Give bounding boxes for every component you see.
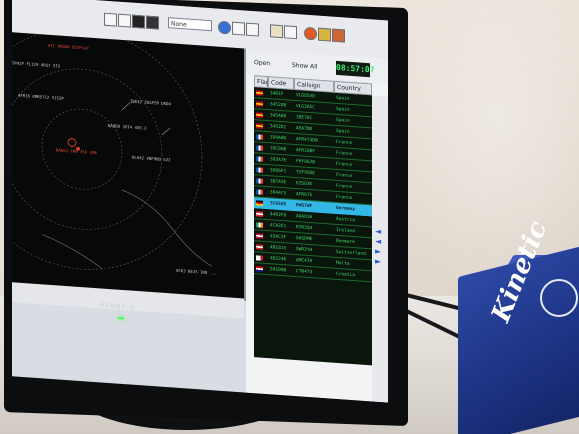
receiver-logo <box>540 279 578 317</box>
country-flag-icon <box>256 156 263 162</box>
arrow-right-icon[interactable]: ► <box>375 257 385 267</box>
country-flag-icon <box>256 90 263 96</box>
country-flag-icon <box>256 211 263 217</box>
arrow-right-icon[interactable]: ► <box>375 247 385 257</box>
panel-sidebar: ◄ ◄ ► ► <box>372 95 388 403</box>
toolbar-icon[interactable] <box>132 14 145 29</box>
table-cell-country: Croatia <box>336 271 355 279</box>
kinetic-receiver: Kinetic <box>458 217 579 434</box>
toolbar-icon[interactable] <box>270 24 283 39</box>
monitor-bezel: None ATC RADAR DISPLAY SPA2F FL120 4R57 … <box>4 0 408 427</box>
toolbar-icon[interactable] <box>118 13 131 28</box>
aircraft-table: 34D1F VLG85VD Spain 3452AB VLG2A5C Spain 345AB… <box>254 87 372 366</box>
table-cell-code: 501D9B <box>270 267 287 274</box>
table-cell-country: Spain <box>336 117 350 124</box>
power-led <box>118 316 124 320</box>
table-cell-country: Malta <box>336 260 350 267</box>
column-header-flag[interactable]: Flag <box>254 75 270 89</box>
open-button[interactable]: Open <box>254 57 270 70</box>
country-flag-icon <box>256 189 263 195</box>
arrow-left-icon[interactable]: ◄ <box>375 237 385 247</box>
country-flag-icon <box>256 112 263 118</box>
country-flag-icon <box>256 101 263 107</box>
toolbar-icon[interactable] <box>104 12 117 27</box>
country-flag-icon <box>256 167 263 173</box>
toolbar-icon[interactable] <box>318 27 331 42</box>
show-all-button[interactable]: Show All <box>292 60 318 74</box>
country-flag-icon <box>256 244 263 250</box>
table-cell-country: Spain <box>336 128 350 135</box>
aircraft-panel: Open Show All 08:57:07 Flag Code Callsig… <box>246 48 388 403</box>
toolbar-icon[interactable] <box>232 21 245 36</box>
country-flag-icon <box>256 145 263 151</box>
country-flag-icon <box>256 123 263 129</box>
toolbar-icon[interactable] <box>304 26 317 41</box>
table-cell-code: 34D1F <box>270 91 284 98</box>
arrow-left-icon[interactable]: ◄ <box>375 227 385 237</box>
country-flag-icon <box>256 134 263 140</box>
table-cell-callsign: CTN473 <box>296 269 313 276</box>
country-flag-icon <box>256 178 263 184</box>
table-cell-country: Spain <box>336 106 350 113</box>
table-cell-country: Spain <box>336 95 350 102</box>
toolbar-combo[interactable]: None <box>168 17 212 32</box>
country-flag-icon <box>256 200 263 206</box>
photo-scene: None ATC RADAR DISPLAY SPA2F FL120 4R57 … <box>0 0 579 434</box>
globe-icon[interactable] <box>218 20 231 35</box>
toolbar-icon[interactable] <box>246 22 259 37</box>
clock-display: 08:57:07 <box>336 60 375 78</box>
toolbar-icon[interactable] <box>146 15 159 30</box>
toolbar-icon[interactable] <box>284 25 297 40</box>
country-flag-icon <box>256 233 263 239</box>
country-flag-icon <box>256 222 263 228</box>
country-flag-icon <box>256 255 263 261</box>
toolbar-icon[interactable] <box>332 28 345 43</box>
monitor-screen: None ATC RADAR DISPLAY SPA2F FL120 4R57 … <box>12 0 388 403</box>
radar-display[interactable]: ATC RADAR DISPLAY SPA2F FL120 4R57 5T2 A… <box>12 32 246 319</box>
radar-rings <box>12 32 213 270</box>
country-flag-icon <box>256 266 263 272</box>
